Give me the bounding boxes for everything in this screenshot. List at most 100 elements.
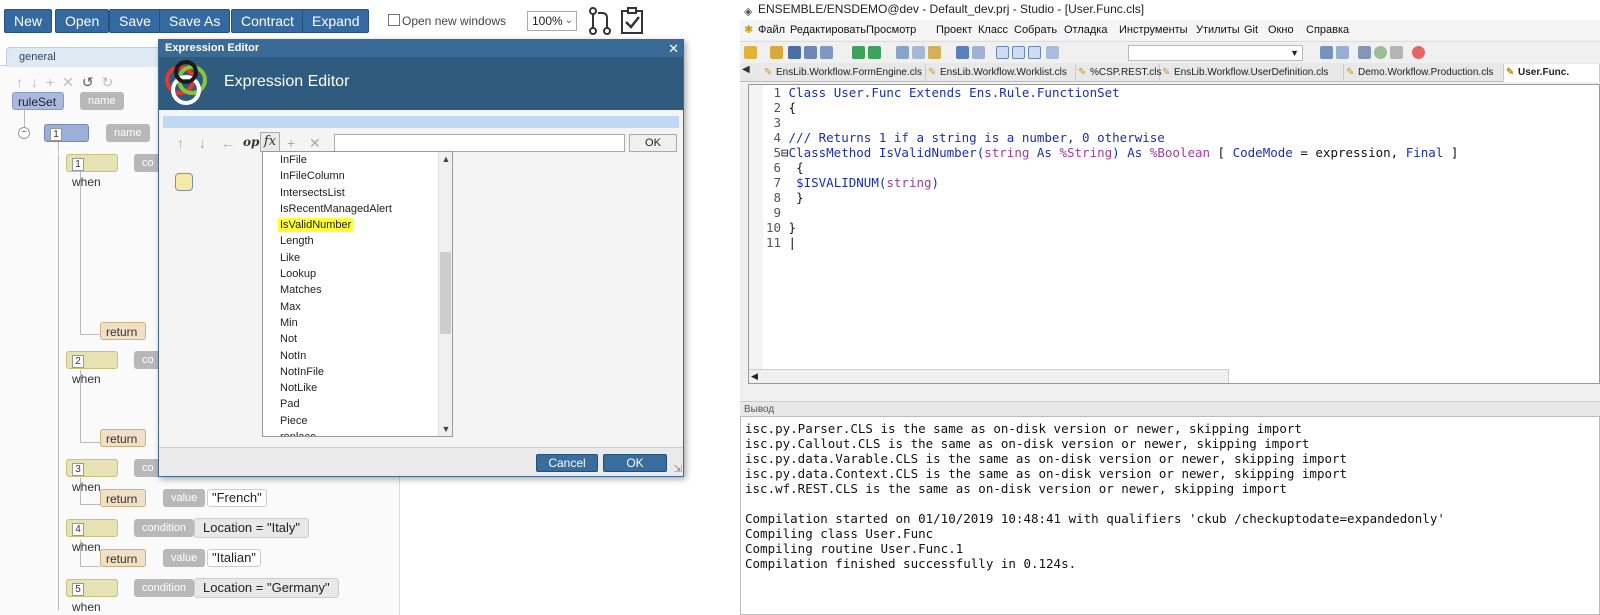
stop-icon[interactable] <box>1412 46 1425 59</box>
menu-tools[interactable]: Инструменты <box>1119 20 1188 40</box>
expression-node[interactable] <box>175 173 193 191</box>
tab-formengine[interactable]: ✎ EnsLib.Workflow.FormEngine.cls <box>762 64 926 82</box>
scroll-thumb[interactable] <box>440 252 451 334</box>
view-mode-icon[interactable] <box>1012 46 1025 59</box>
collapse-icon[interactable]: − <box>18 127 30 139</box>
tab-csp-rest[interactable]: ✎ %CSP.REST.cls <box>1076 64 1162 82</box>
code-editor[interactable]: 1 Class User.Func Extends Ens.Rule.Funct… <box>748 84 1600 384</box>
arrow-down-icon[interactable]: ↓ <box>199 135 206 151</box>
menu-edit[interactable]: Редактировать <box>790 20 866 40</box>
output-panel[interactable]: isc.py.Parser.CLS is the same as on-disk… <box>740 416 1600 615</box>
compile-icon[interactable] <box>1320 46 1333 59</box>
debug-icon[interactable] <box>1358 46 1371 59</box>
function-list-item[interactable]: NotIn <box>263 348 452 364</box>
save-icon[interactable] <box>788 46 801 59</box>
editor-hscrollbar[interactable]: ◀ <box>749 369 1229 383</box>
plus-icon[interactable]: + <box>287 135 295 151</box>
undo-icon[interactable]: ↺ <box>82 74 94 90</box>
open-new-windows-checkbox[interactable] <box>388 14 400 26</box>
menu-help[interactable]: Справка <box>1306 20 1349 40</box>
function-list-item[interactable]: replace <box>263 429 452 436</box>
cancel-button[interactable]: Cancel <box>536 454 598 472</box>
save-button[interactable]: Save <box>109 9 161 33</box>
rule-node[interactable]: 1rule <box>44 124 89 159</box>
arrow-down-icon[interactable]: ↓ <box>31 74 38 90</box>
close-icon[interactable]: ✕ <box>668 40 679 57</box>
function-list-item[interactable]: NotLike <box>263 380 452 396</box>
function-list-item[interactable]: Pad <box>263 396 452 412</box>
function-list-item[interactable]: Min <box>263 315 452 331</box>
delete-icon[interactable]: ✕ <box>309 135 321 152</box>
scroll-down-icon[interactable]: ▼ <box>439 422 452 436</box>
when-node-3[interactable]: 3 when <box>66 459 118 494</box>
function-list-item[interactable]: Lookup <box>263 266 452 282</box>
undo-icon[interactable] <box>956 46 969 59</box>
function-list-item[interactable]: Not <box>263 331 452 347</box>
menu-window[interactable]: Окно <box>1268 20 1294 40</box>
arrow-up-icon[interactable]: ↑ <box>177 135 184 151</box>
print-icon[interactable] <box>820 46 833 59</box>
outline-icon[interactable] <box>1046 46 1059 59</box>
ruleset-node[interactable]: ruleSet <box>12 92 64 110</box>
when-node-2[interactable]: 2 when <box>66 351 118 386</box>
function-list[interactable]: InFile InFileColumn IntersectsList IsRecent… <box>262 151 453 437</box>
view-mode-icon[interactable] <box>996 46 1009 59</box>
view-mode-icon[interactable] <box>1028 46 1041 59</box>
return-node-3[interactable]: return <box>100 489 146 507</box>
when-node-5[interactable]: 5 when <box>66 579 118 614</box>
zoom-select[interactable]: 100% ⌄ <box>527 11 577 31</box>
function-list-item[interactable]: IsValidNumber <box>263 217 452 233</box>
delete-icon[interactable]: ✕ <box>62 74 74 90</box>
browser-icon[interactable] <box>1390 46 1403 59</box>
build-icon[interactable] <box>1336 46 1349 59</box>
function-list-item[interactable]: InFileColumn <box>263 168 452 184</box>
arrow-up-icon[interactable]: ↑ <box>16 74 23 90</box>
return-value[interactable]: "French" <box>207 489 267 507</box>
expression-input[interactable] <box>334 134 625 152</box>
save-all-icon[interactable] <box>804 46 817 59</box>
return-node-4[interactable]: return <box>100 549 146 567</box>
expand-button[interactable]: Expand <box>302 9 370 33</box>
menu-utilities[interactable]: Утилиты <box>1196 20 1240 40</box>
tabs-scroll-left-icon[interactable]: ◀ <box>742 64 750 75</box>
ok-button[interactable]: OK <box>603 454 667 472</box>
redo-icon[interactable] <box>972 46 985 59</box>
toolbar-combo[interactable]: ▼ <box>1128 45 1303 61</box>
tab-userdefinition[interactable]: ✎ EnsLib.Workflow.UserDefinition.cls <box>1160 64 1344 82</box>
clipboard-check-icon[interactable] <box>619 6 647 36</box>
menu-file[interactable]: Файл <box>758 20 785 40</box>
function-list-item[interactable]: Matches <box>263 282 452 298</box>
fx-button[interactable]: fx <box>260 132 280 152</box>
back-icon[interactable] <box>852 46 865 59</box>
when-node-4[interactable]: 4 when <box>66 519 118 554</box>
scroll-left-icon[interactable]: ◀ <box>751 371 758 382</box>
menu-view[interactable]: Просмотр <box>866 20 916 40</box>
new-button[interactable]: New <box>4 9 53 33</box>
fold-icon[interactable]: ⊟ <box>781 145 789 160</box>
return-node-1[interactable]: return <box>100 322 146 340</box>
open-folder-icon[interactable] <box>770 46 783 59</box>
branch-icon[interactable] <box>586 6 614 36</box>
return-value[interactable]: "Italian" <box>207 549 261 567</box>
function-list-item[interactable]: InFile <box>263 152 452 168</box>
new-file-icon[interactable] <box>744 46 757 59</box>
cut-icon[interactable] <box>896 46 909 59</box>
paste-icon[interactable] <box>928 46 941 59</box>
scroll-up-icon[interactable]: ▲ <box>439 152 452 166</box>
function-list-scrollbar[interactable]: ▲ ▼ <box>438 152 452 436</box>
return-node-2[interactable]: return <box>100 429 146 447</box>
function-list-item[interactable]: Like <box>263 250 452 266</box>
contract-button[interactable]: Contract <box>231 9 304 33</box>
run-icon[interactable] <box>1374 46 1387 59</box>
menu-build[interactable]: Собрать <box>1014 20 1057 40</box>
condition-value[interactable]: Location = "Germany" <box>194 578 339 598</box>
condition-value[interactable]: Location = "Italy" <box>194 518 310 538</box>
op-button[interactable]: op <box>243 135 259 149</box>
function-list-item[interactable]: Max <box>263 299 452 315</box>
when-node-1[interactable]: 1 when <box>66 154 118 189</box>
function-list-item[interactable]: NotInFile <box>263 364 452 380</box>
copy-icon[interactable] <box>912 46 925 59</box>
function-list-item[interactable]: IsRecentManagedAlert <box>263 201 452 217</box>
save-as-button[interactable]: Save As <box>159 9 231 33</box>
forward-icon[interactable] <box>868 46 881 59</box>
